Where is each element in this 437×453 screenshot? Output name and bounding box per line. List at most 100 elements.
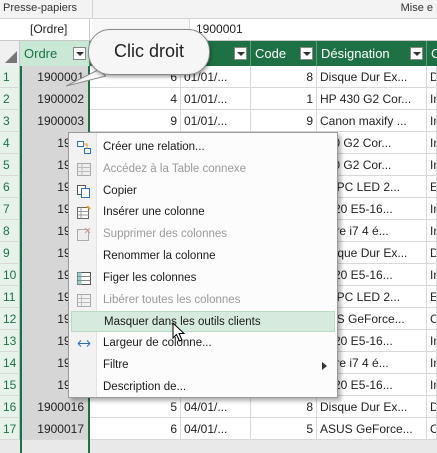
row-number[interactable]: 11 — [0, 286, 20, 308]
insert-column-icon — [77, 205, 91, 220]
filter-dropdown-icon[interactable] — [73, 47, 86, 60]
select-all-corner[interactable] — [0, 41, 20, 66]
cell-code[interactable]: 9 — [251, 110, 317, 132]
mouse-cursor-icon — [172, 322, 186, 342]
cell-quantity[interactable]: 5 — [90, 396, 181, 418]
unfreeze-columns-icon — [77, 293, 91, 307]
column-header-label: Code — [255, 46, 287, 61]
menu-item[interactable]: Description de... — [71, 377, 335, 398]
row-number[interactable]: 16 — [0, 396, 20, 418]
table-row[interactable]: 171900017604/01/...5ASUS GeForce...C — [0, 418, 437, 440]
menu-item-label: Libérer toutes les colonnes — [103, 293, 241, 306]
filter-dropdown-icon[interactable] — [410, 47, 423, 60]
cell-ordre[interactable]: 1900002 — [20, 88, 90, 110]
row-number[interactable]: 7 — [0, 198, 20, 220]
row-number[interactable]: 17 — [0, 418, 20, 440]
filter-dropdown-icon[interactable] — [234, 47, 247, 60]
cell-date[interactable]: 01/01/... — [181, 88, 251, 110]
column-header-label: Désignation — [321, 46, 390, 61]
cell-quantity[interactable]: 6 — [90, 418, 181, 440]
row-number[interactable]: 9 — [0, 242, 20, 264]
cell-code[interactable]: 1 — [251, 88, 317, 110]
row-number[interactable]: 8 — [0, 220, 20, 242]
cell-c[interactable]: Im — [427, 110, 437, 132]
row-number[interactable]: 5 — [0, 154, 20, 176]
menu-item[interactable]: Figer les colonnes — [71, 268, 335, 289]
cell-ordre[interactable]: 1900016 — [20, 396, 90, 418]
table-link-icon — [77, 162, 91, 176]
name-box[interactable]: [Ordre] — [0, 19, 90, 40]
formula-value[interactable]: 1900001 — [196, 22, 243, 36]
menu-item[interactable]: Largeur de colonne... — [71, 333, 335, 354]
cell-c[interactable]: D — [427, 242, 437, 264]
cell-code[interactable]: 5 — [251, 418, 317, 440]
cell-code[interactable]: 8 — [251, 396, 317, 418]
cell-ordre[interactable]: 1900003 — [20, 110, 90, 132]
cell-quantity[interactable]: 9 — [90, 110, 181, 132]
cell-designation[interactable]: Disque Dur Ex... — [317, 66, 427, 88]
cell-c[interactable]: In — [427, 374, 437, 396]
cell-date[interactable]: 04/01/... — [181, 396, 251, 418]
cell-c[interactable]: Ec — [427, 176, 437, 198]
menu-item-label: Insérer une colonne — [103, 206, 205, 219]
row-number[interactable]: 12 — [0, 308, 20, 330]
menu-item[interactable]: Créer une relation... — [71, 137, 335, 158]
menu-item-label: Renommer la colonne — [103, 250, 216, 262]
cell-c[interactable]: In — [427, 220, 437, 242]
cell-c[interactable]: In — [427, 352, 437, 374]
column-header-c[interactable]: C — [427, 41, 437, 66]
cell-c[interactable]: D — [427, 396, 437, 418]
table-row[interactable]: 31900003901/01/...9Canon maxify ...Im — [0, 110, 437, 132]
menu-item-label: Accédez à la Table connexe — [103, 162, 246, 175]
column-header-row: Ordre Code Désignation C — [0, 41, 437, 66]
cell-quantity[interactable]: 4 — [90, 88, 181, 110]
cell-c[interactable]: In — [427, 132, 437, 154]
cell-code[interactable]: 8 — [251, 66, 317, 88]
cell-ordre[interactable]: 1900017 — [20, 418, 90, 440]
submenu-arrow-icon — [322, 362, 327, 370]
ribbon-divider — [92, 0, 93, 19]
menu-item-label: Filtre — [103, 359, 129, 371]
cell-c[interactable]: D — [427, 66, 437, 88]
menu-item[interactable]: Renommer la colonne — [71, 246, 335, 267]
row-number[interactable]: 3 — [0, 110, 20, 132]
column-header-designation[interactable]: Désignation — [317, 41, 427, 66]
column-header-code[interactable]: Code — [251, 41, 317, 66]
menu-item[interactable]: Masquer dans les outils clients — [71, 311, 335, 333]
cell-designation[interactable]: ASUS GeForce... — [317, 418, 427, 440]
row-number[interactable]: 15 — [0, 374, 20, 396]
column-header-label: Ordre — [24, 46, 58, 61]
cell-c[interactable]: C — [427, 418, 437, 440]
cell-c[interactable]: In — [427, 330, 437, 352]
menu-item: Libérer toutes les colonnes — [71, 290, 335, 311]
cell-c[interactable]: In — [427, 88, 437, 110]
menu-item[interactable]: Copier — [71, 181, 335, 202]
relation-icon — [77, 141, 91, 154]
cell-c[interactable]: Ec — [427, 286, 437, 308]
row-number[interactable]: 14 — [0, 352, 20, 374]
table-row[interactable]: 161900016504/01/...8Disque Dur Ex...D — [0, 396, 437, 418]
cell-designation[interactable]: Canon maxify ... — [317, 110, 427, 132]
column-header-ordre[interactable]: Ordre — [20, 41, 90, 66]
cell-c[interactable]: In — [427, 264, 437, 286]
row-number[interactable]: 4 — [0, 132, 20, 154]
row-number[interactable]: 10 — [0, 264, 20, 286]
cell-c[interactable]: In — [427, 154, 437, 176]
context-menu: Créer une relation... Accédez à la Table … — [68, 132, 338, 398]
copy-icon — [77, 184, 91, 198]
menu-item-label: Largeur de colonne... — [103, 337, 212, 350]
cell-c[interactable]: C — [427, 308, 437, 330]
cell-date[interactable]: 04/01/... — [181, 418, 251, 440]
filter-dropdown-icon[interactable] — [300, 47, 313, 60]
row-number[interactable]: 2 — [0, 88, 20, 110]
row-number[interactable]: 6 — [0, 176, 20, 198]
cell-date[interactable]: 01/01/... — [181, 110, 251, 132]
menu-item[interactable]: Filtre — [71, 355, 335, 376]
cell-designation[interactable]: HP 430 G2 Cor... — [317, 88, 427, 110]
cell-c[interactable]: In — [427, 198, 437, 220]
cell-designation[interactable]: Disque Dur Ex... — [317, 396, 427, 418]
row-number[interactable]: 13 — [0, 330, 20, 352]
menu-item[interactable]: Insérer une colonne — [71, 202, 335, 223]
table-row[interactable]: 21900002401/01/...1HP 430 G2 Cor...In — [0, 88, 437, 110]
row-number[interactable]: 1 — [0, 66, 20, 88]
